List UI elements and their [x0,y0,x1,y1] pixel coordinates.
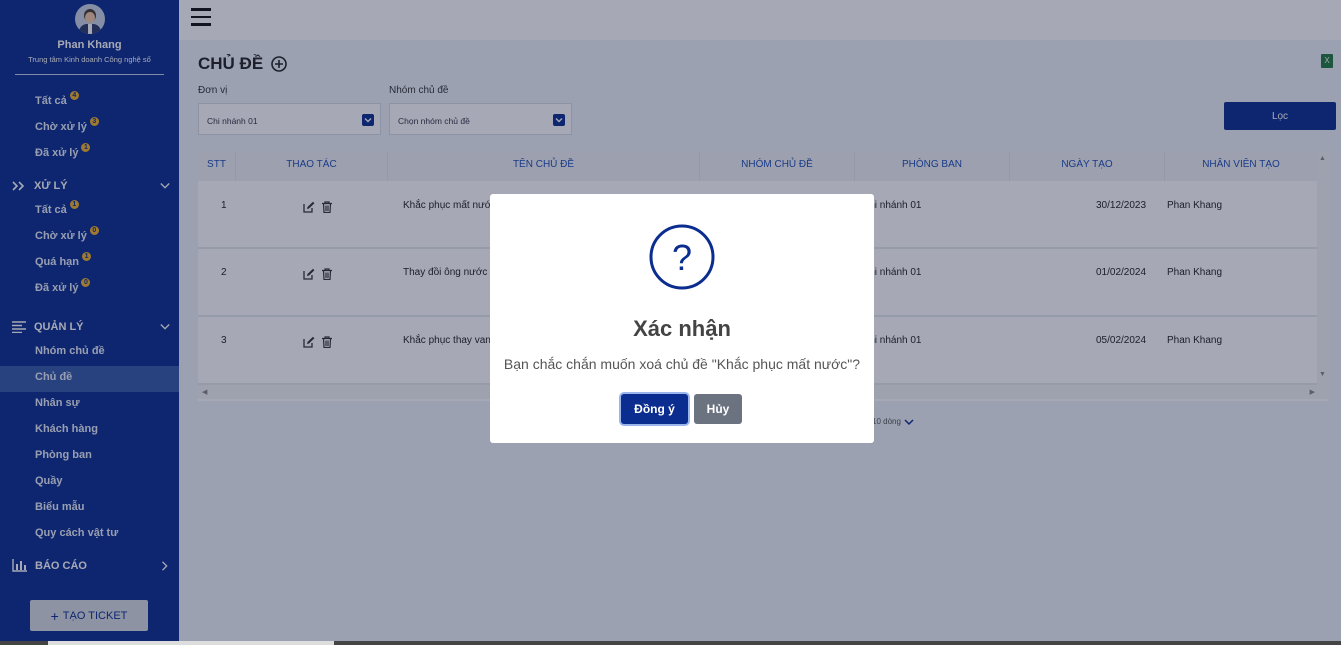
confirm-dialog: ? Xác nhận Bạn chắc chắn muốn xoá chủ đề… [490,194,874,443]
bottom-scrollbar [0,641,1341,645]
scroll-thumb[interactable] [48,641,334,645]
question-icon: ? [649,224,715,290]
dialog-message: Bạn chắc chắn muốn xoá chủ đề "Khắc phục… [503,356,861,372]
confirm-button[interactable]: Đồng ý [621,394,688,424]
dialog-title: Xác nhận [633,316,731,341]
svg-text:?: ? [672,237,692,278]
cancel-button[interactable]: Hủy [694,394,742,424]
